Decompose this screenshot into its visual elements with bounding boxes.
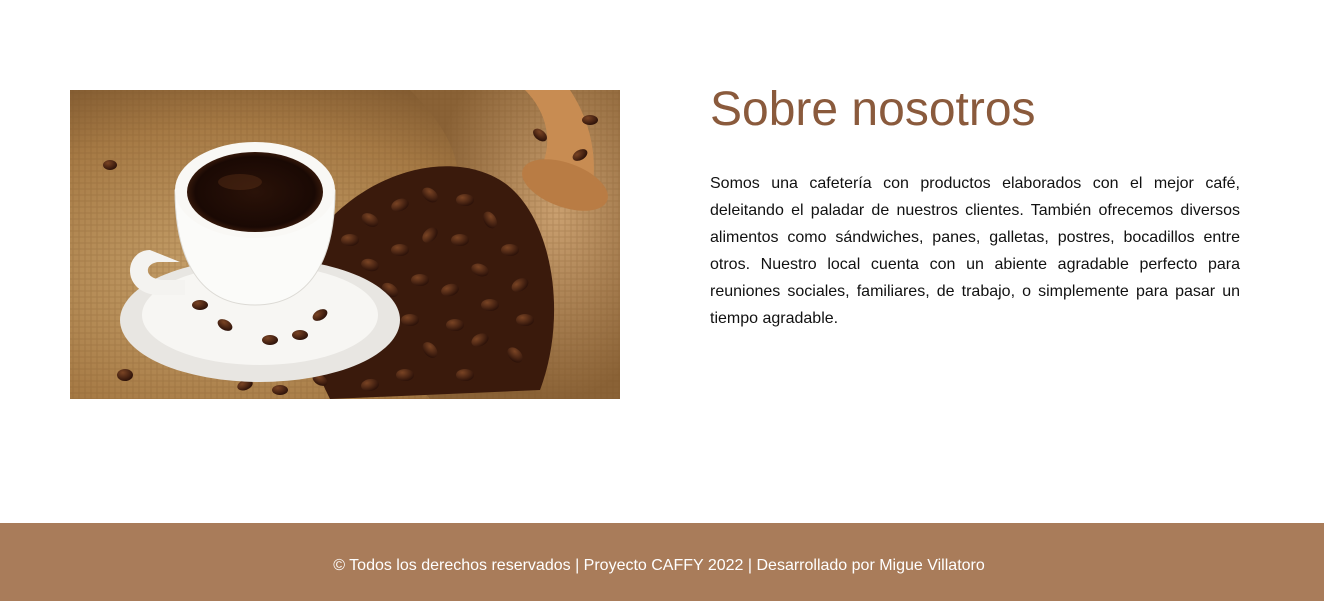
- about-section: Sobre nosotros Somos una cafetería con p…: [0, 0, 1324, 523]
- about-description: Somos una cafetería con productos elabor…: [710, 175, 1240, 327]
- footer-copyright: © Todos los derechos reservados | Proyec…: [333, 557, 985, 574]
- page-title: Sobre nosotros: [710, 83, 1036, 136]
- coffee-cup-image: [70, 90, 620, 399]
- about-text-block: Sobre nosotros Somos una cafetería con p…: [710, 82, 1240, 332]
- footer: © Todos los derechos reservados | Proyec…: [0, 523, 1324, 601]
